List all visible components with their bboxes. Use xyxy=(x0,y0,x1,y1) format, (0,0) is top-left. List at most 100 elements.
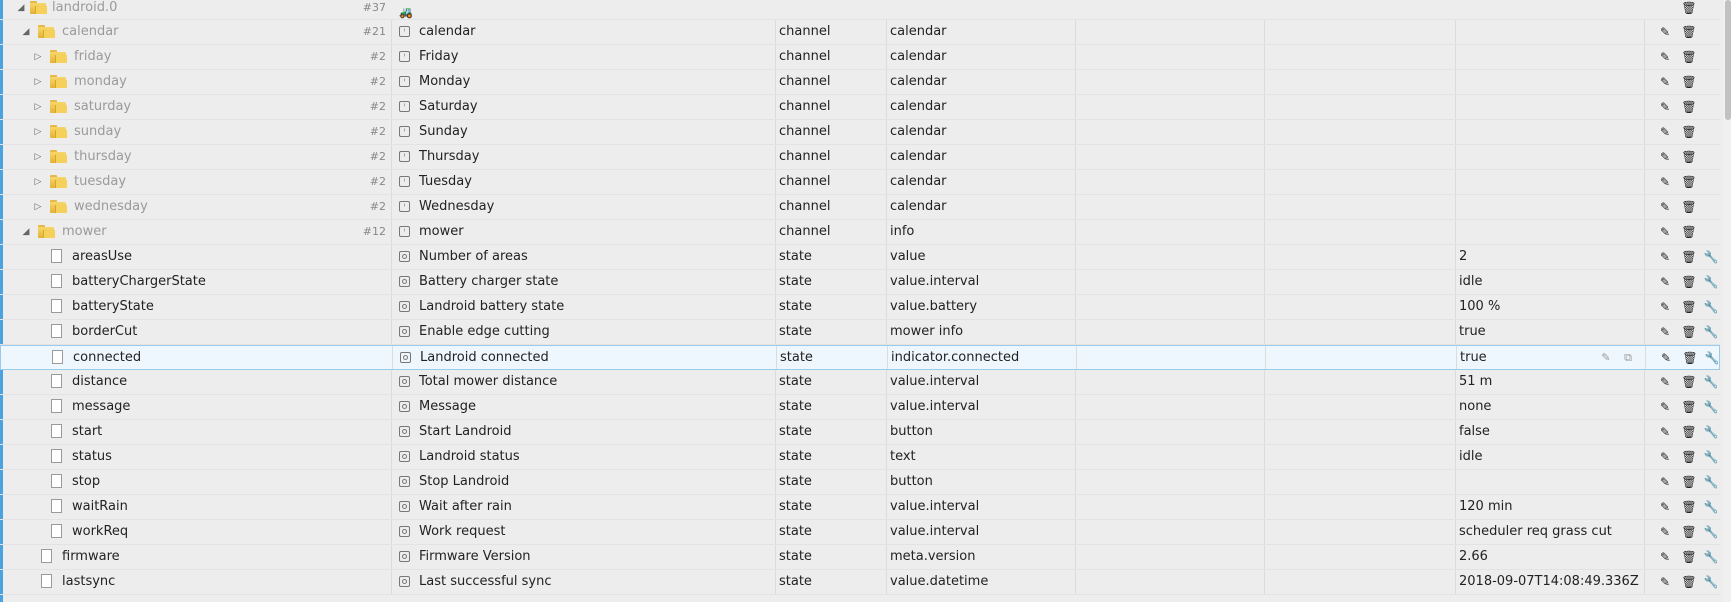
tree-row[interactable]: ▷ friday #2 ⁱ Friday channel calendar ✎ 🗑 xyxy=(0,45,1720,70)
delete-icon[interactable]: 🗑 xyxy=(1682,346,1698,370)
tree-row[interactable]: ▷ monday #2 ⁱ Monday channel calendar ✎ 🗑 xyxy=(0,70,1720,95)
tree-row[interactable]: batteryState Landroid battery state state v… xyxy=(0,295,1720,320)
tree-row[interactable]: status Landroid status state text idle ✎ 🗑 🔧 xyxy=(0,445,1720,470)
edit-value-icon[interactable]: ✎ xyxy=(1598,346,1614,370)
tools-icon[interactable]: 🔧 xyxy=(1703,570,1717,594)
edit-icon[interactable]: ✎ xyxy=(1657,495,1673,519)
edit-icon[interactable]: ✎ xyxy=(1657,195,1673,219)
collapse-arrow-icon[interactable]: ◢ xyxy=(15,0,27,16)
tools-icon[interactable]: 🔧 xyxy=(1703,395,1717,419)
function-cell[interactable] xyxy=(1265,95,1455,119)
function-cell[interactable] xyxy=(1265,470,1455,494)
function-cell[interactable] xyxy=(1266,346,1456,370)
edit-icon[interactable]: ✎ xyxy=(1657,295,1673,319)
expand-arrow-icon[interactable]: ▷ xyxy=(32,45,44,69)
tree-row[interactable]: ◢ mower #12 ⁱ mower channel info ✎ 🗑 xyxy=(0,220,1720,245)
tree-row[interactable]: batteryChargerState Battery charger state… xyxy=(0,270,1720,295)
object-value[interactable]: true xyxy=(1456,320,1644,344)
function-cell[interactable] xyxy=(1265,295,1455,319)
expand-arrow-icon[interactable]: ▷ xyxy=(32,70,44,94)
tree-row[interactable]: ◢ calendar #21 ⁱ calendar channel calendar ✎ 🗑 xyxy=(0,20,1720,45)
expand-arrow-icon[interactable]: ▷ xyxy=(32,120,44,144)
object-value[interactable]: 120 min xyxy=(1456,495,1644,519)
delete-icon[interactable]: 🗑 xyxy=(1681,320,1697,344)
edit-icon[interactable]: ✎ xyxy=(1657,320,1673,344)
edit-icon[interactable]: ✎ xyxy=(1657,70,1673,94)
room-cell[interactable] xyxy=(1076,220,1264,244)
delete-icon[interactable]: 🗑 xyxy=(1681,245,1697,269)
edit-icon[interactable]: ✎ xyxy=(1657,420,1673,444)
room-cell[interactable] xyxy=(1076,545,1264,569)
room-cell[interactable] xyxy=(1076,570,1264,594)
room-cell[interactable] xyxy=(1076,20,1264,44)
tree-row[interactable]: message Message state value.interval none ✎ 🗑 🔧 xyxy=(0,395,1720,420)
object-value[interactable]: idle xyxy=(1456,445,1644,469)
tools-icon[interactable]: 🔧 xyxy=(1703,420,1717,444)
tree-row-root[interactable]: ◢ landroid.0 #37 🚜 🗑 xyxy=(0,0,1720,20)
room-cell[interactable] xyxy=(1076,470,1264,494)
edit-icon[interactable]: ✎ xyxy=(1657,570,1673,594)
tree-row[interactable]: areasUse Number of areas state value 2 ✎ 🗑 🔧 xyxy=(0,245,1720,270)
delete-icon[interactable]: 🗑 xyxy=(1681,570,1697,594)
function-cell[interactable] xyxy=(1265,270,1455,294)
expand-arrow-icon[interactable]: ▷ xyxy=(32,195,44,219)
edit-icon[interactable]: ✎ xyxy=(1657,470,1673,494)
function-cell[interactable] xyxy=(1265,495,1455,519)
object-value[interactable] xyxy=(1456,470,1644,494)
function-cell[interactable] xyxy=(1265,545,1455,569)
edit-icon[interactable]: ✎ xyxy=(1657,395,1673,419)
edit-icon[interactable]: ✎ xyxy=(1658,346,1674,370)
edit-icon[interactable]: ✎ xyxy=(1657,20,1673,44)
delete-icon[interactable]: 🗑 xyxy=(1681,45,1697,69)
tools-icon[interactable]: 🔧 xyxy=(1703,295,1717,319)
delete-icon[interactable]: 🗑 xyxy=(1681,0,1697,16)
room-cell[interactable] xyxy=(1076,495,1264,519)
expand-arrow-icon[interactable]: ▷ xyxy=(32,95,44,119)
room-cell[interactable] xyxy=(1076,170,1264,194)
function-cell[interactable] xyxy=(1265,245,1455,269)
function-cell[interactable] xyxy=(1265,420,1455,444)
room-cell[interactable] xyxy=(1076,295,1264,319)
tree-row[interactable]: ▷ wednesday #2 ⁱ Wednesday channel calendar ✎ 🗑 xyxy=(0,195,1720,220)
edit-icon[interactable]: ✎ xyxy=(1657,145,1673,169)
function-cell[interactable] xyxy=(1265,45,1455,69)
tools-icon[interactable]: 🔧 xyxy=(1703,370,1717,394)
tools-icon[interactable]: 🔧 xyxy=(1704,346,1718,370)
edit-icon[interactable]: ✎ xyxy=(1657,45,1673,69)
collapse-arrow-icon[interactable]: ◢ xyxy=(20,20,32,44)
delete-icon[interactable]: 🗑 xyxy=(1681,470,1697,494)
function-cell[interactable] xyxy=(1265,395,1455,419)
tree-row[interactable]: borderCut Enable edge cutting state mower i… xyxy=(0,320,1720,345)
expand-arrow-icon[interactable]: ▷ xyxy=(32,145,44,169)
function-cell[interactable] xyxy=(1265,145,1455,169)
tools-icon[interactable]: 🔧 xyxy=(1703,320,1717,344)
delete-icon[interactable]: 🗑 xyxy=(1681,70,1697,94)
function-cell[interactable] xyxy=(1265,195,1455,219)
tree-row[interactable]: ▷ tuesday #2 ⁱ Tuesday channel calendar ✎ 🗑 xyxy=(0,170,1720,195)
delete-icon[interactable]: 🗑 xyxy=(1681,120,1697,144)
delete-icon[interactable]: 🗑 xyxy=(1681,195,1697,219)
delete-icon[interactable]: 🗑 xyxy=(1681,170,1697,194)
delete-icon[interactable]: 🗑 xyxy=(1681,20,1697,44)
edit-icon[interactable]: ✎ xyxy=(1657,270,1673,294)
tree-row[interactable]: ▷ sunday #2 ⁱ Sunday channel calendar ✎ 🗑 xyxy=(0,120,1720,145)
room-cell[interactable] xyxy=(1076,120,1264,144)
delete-icon[interactable]: 🗑 xyxy=(1681,420,1697,444)
object-value[interactable]: idle xyxy=(1456,270,1644,294)
expand-arrow-icon[interactable]: ▷ xyxy=(32,170,44,194)
edit-icon[interactable]: ✎ xyxy=(1657,520,1673,544)
tools-icon[interactable]: 🔧 xyxy=(1703,470,1717,494)
tree-row[interactable]: ▷ saturday #2 ⁱ Saturday channel calendar ✎ 🗑 xyxy=(0,95,1720,120)
copy-value-icon[interactable]: ⧉ xyxy=(1620,346,1636,370)
edit-icon[interactable]: ✎ xyxy=(1657,220,1673,244)
tools-icon[interactable]: 🔧 xyxy=(1703,445,1717,469)
object-value[interactable]: 2018-09-07T14:08:49.336Z xyxy=(1456,570,1644,594)
scrollbar-thumb[interactable] xyxy=(1725,0,1731,120)
function-cell[interactable] xyxy=(1265,170,1455,194)
room-cell[interactable] xyxy=(1076,445,1264,469)
delete-icon[interactable]: 🗑 xyxy=(1681,220,1697,244)
delete-icon[interactable]: 🗑 xyxy=(1681,145,1697,169)
edit-icon[interactable]: ✎ xyxy=(1657,370,1673,394)
tree-row[interactable]: lastsync Last successful sync state value.d… xyxy=(0,570,1720,595)
room-cell[interactable] xyxy=(1076,320,1264,344)
